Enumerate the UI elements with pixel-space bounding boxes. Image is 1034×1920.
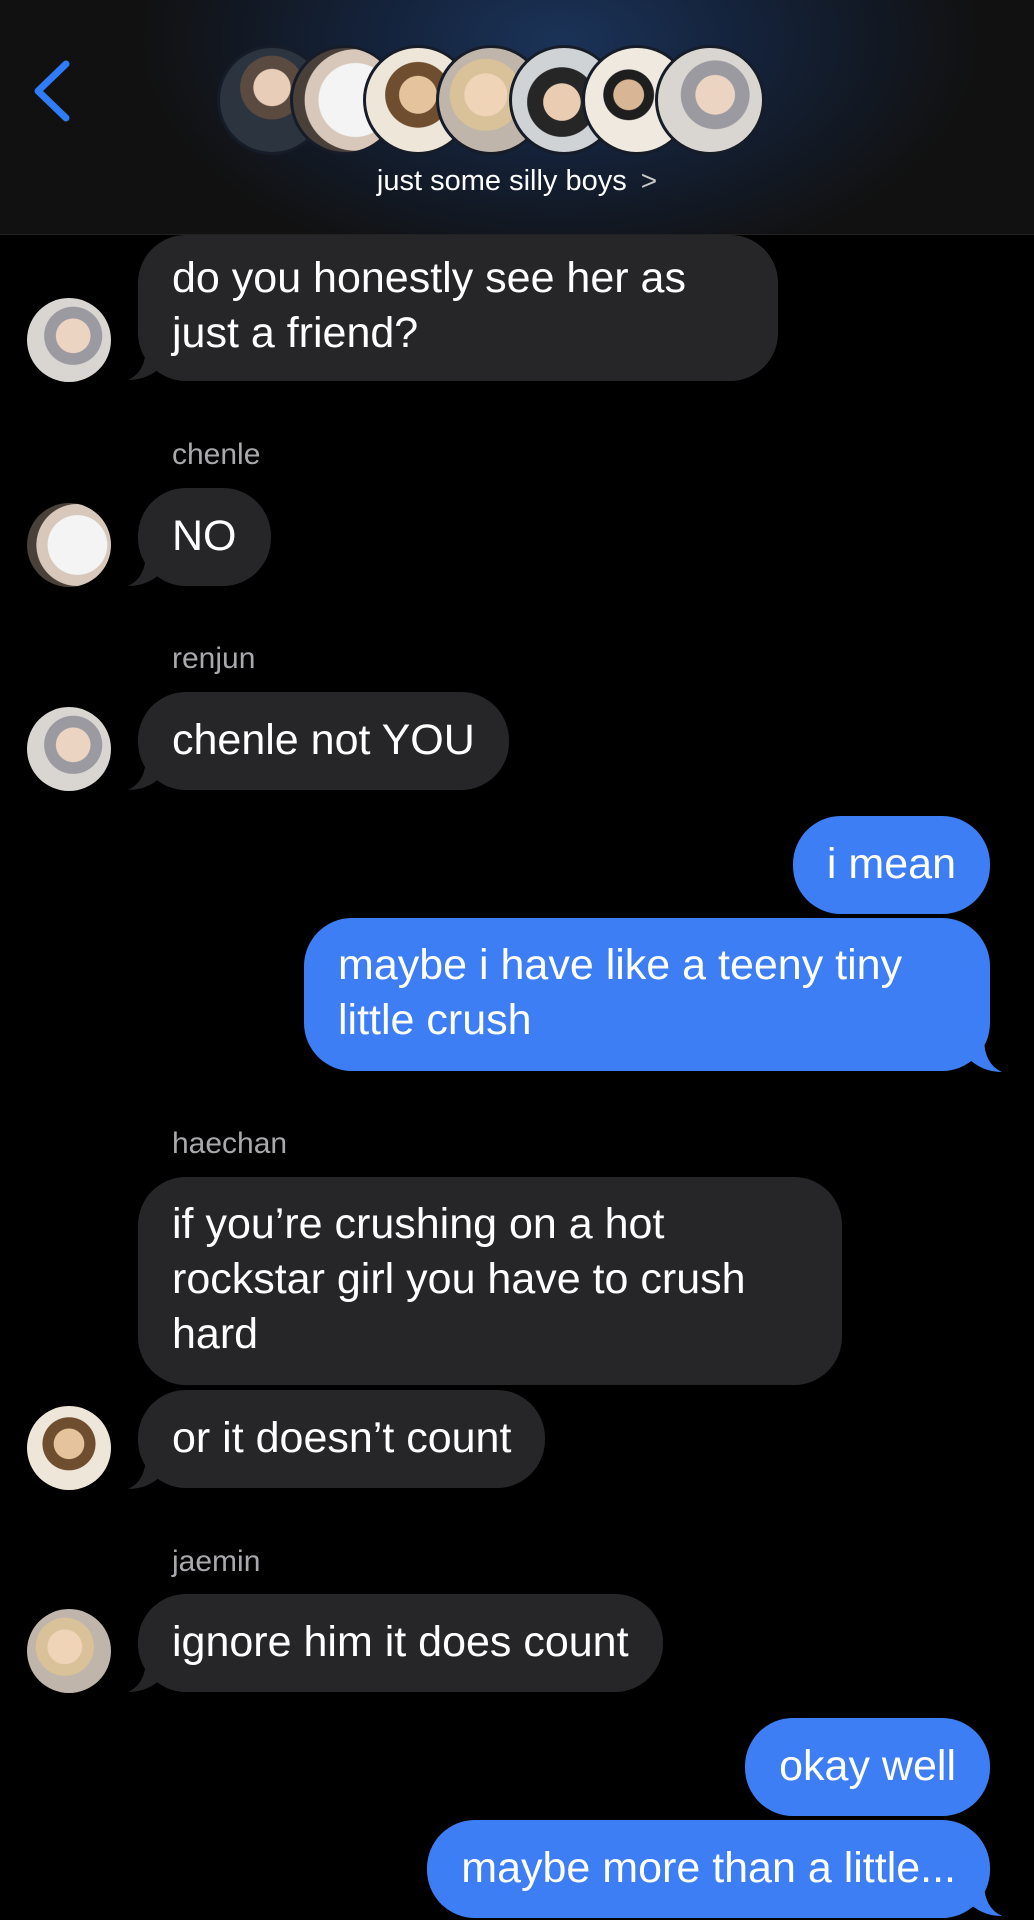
chenle-avatar <box>27 503 111 587</box>
message-bubble-incoming[interactable]: chenle not YOU <box>138 692 509 790</box>
message-text: maybe i have like a teeny tiny <box>338 941 903 989</box>
message-text: maybe more than a little... <box>461 1844 956 1892</box>
message-text: just a friend? <box>172 309 419 357</box>
message-text: hard <box>172 1310 259 1358</box>
renjun-avatar <box>27 298 111 382</box>
member-7-avatar <box>655 45 765 155</box>
sender-name: chenle <box>172 438 261 471</box>
message-bubble-incoming[interactable]: or it doesn’t count <box>138 1390 546 1488</box>
message-text: okay well <box>779 1742 956 1790</box>
message-bubble-outgoing[interactable]: i mean <box>792 816 990 914</box>
message-text: ignore him it does count <box>172 1618 629 1666</box>
message-bubble-outgoing[interactable]: okay well <box>745 1718 990 1816</box>
message-text: little crush <box>338 996 532 1044</box>
message-text: i mean <box>826 840 956 888</box>
chevron-left-icon <box>34 60 70 122</box>
message-bubble-incoming[interactable]: ignore him it does count <box>138 1594 663 1692</box>
message-bubble-incoming[interactable]: do you honestly see her as just a friend… <box>138 235 778 381</box>
group-avatars[interactable] <box>217 45 817 155</box>
group-name-button[interactable]: just some silly boys > <box>0 165 1034 198</box>
message-bubble-outgoing[interactable]: maybe i have like a teeny tiny little cr… <box>304 918 990 1071</box>
message-text: NO <box>172 512 237 560</box>
message-text: rockstar girl you have to crush <box>172 1255 746 1303</box>
message-text: chenle not YOU <box>172 716 475 764</box>
message-bubble-outgoing[interactable]: maybe more than a little... <box>427 1820 990 1918</box>
group-name: just some silly boys <box>376 165 627 197</box>
chevron-right-icon: > <box>640 165 658 196</box>
sender-name: renjun <box>172 642 256 675</box>
sender-name: jaemin <box>172 1545 261 1578</box>
chat-header: just some silly boys > <box>0 0 1034 235</box>
renjun-avatar <box>27 707 111 791</box>
message-bubble-incoming[interactable]: NO <box>138 488 271 586</box>
jaemin-avatar <box>27 1609 111 1693</box>
haechan-avatar <box>27 1406 111 1490</box>
message-text: or it doesn’t count <box>172 1414 512 1462</box>
sender-name: haechan <box>172 1127 288 1160</box>
chat-screen: just some silly boys > do you honestly se… <box>0 0 1034 1920</box>
message-bubble-incoming[interactable]: if you’re crushing on a hot rockstar gir… <box>138 1177 842 1385</box>
message-text: if you’re crushing on a hot <box>172 1200 665 1248</box>
message-text: do you honestly see her as <box>172 254 686 302</box>
back-button[interactable] <box>28 56 78 126</box>
